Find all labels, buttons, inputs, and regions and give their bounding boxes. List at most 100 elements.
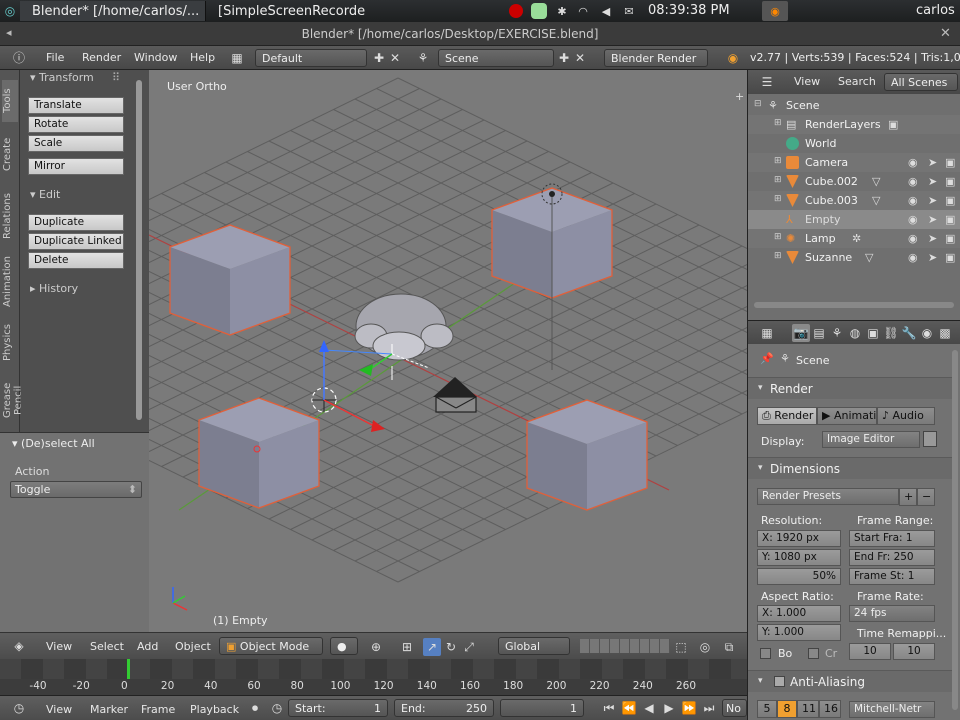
eye-icon[interactable]: ◉ <box>908 175 918 188</box>
menu-render[interactable]: Render <box>82 51 121 64</box>
render-icon[interactable]: ▣ <box>945 194 955 207</box>
outliner-row-cube-003[interactable]: ⊞ Cube.003 ▽ ◉ ➤ ▣ <box>748 191 960 210</box>
scale-button[interactable]: Scale <box>28 135 124 152</box>
orientation-select[interactable]: Global <box>498 637 570 655</box>
frame-step-field[interactable]: Frame St: 1 <box>849 568 935 585</box>
clock[interactable]: 08:39:38 PM <box>648 3 730 18</box>
aa-filter-select[interactable]: Mitchell-Netr <box>849 701 935 718</box>
mirror-button[interactable]: Mirror <box>28 158 124 175</box>
menu-select[interactable]: Select <box>90 640 124 653</box>
expand-icon[interactable]: ⊞ <box>774 118 782 128</box>
aa-samples-5[interactable]: 5 <box>757 700 777 718</box>
antialiasing-panel-header[interactable]: ▾ Anti-Aliasing <box>748 670 952 692</box>
outliner-scrollbar[interactable] <box>754 302 954 308</box>
texture-tab-icon[interactable]: ▩ <box>936 324 954 342</box>
render-icon[interactable]: ▣ <box>945 232 955 245</box>
record-icon[interactable] <box>507 2 525 20</box>
dimensions-panel-header[interactable]: ▾ Dimensions <box>748 457 952 479</box>
pivot-icon[interactable]: ⊕ <box>367 638 385 656</box>
action-select[interactable]: Toggle ⬍ <box>10 481 142 498</box>
start-frame-field[interactable]: Start: 1 <box>288 699 388 717</box>
editor-type-icon[interactable]: ◈ <box>10 637 28 655</box>
panel-history-header[interactable]: ▸ History <box>30 282 78 295</box>
remap-new-field[interactable]: 10 <box>893 643 935 660</box>
duplicate-linked-button[interactable]: Duplicate Linked <box>28 233 124 250</box>
preview-range-icon[interactable]: ◷ <box>268 699 286 717</box>
pin-icon[interactable]: 📌 <box>760 352 774 365</box>
cursor-icon[interactable]: ➤ <box>928 194 937 207</box>
outliner-row-world[interactable]: World <box>748 134 960 153</box>
record-keyframe-icon[interactable]: ⏺ <box>246 699 264 717</box>
play-reverse-icon[interactable]: ◀ <box>640 699 658 717</box>
prev-keyframe-icon[interactable]: ⏪ <box>620 699 638 717</box>
display-select[interactable]: Image Editor <box>822 431 920 448</box>
taskbar-task-recorder[interactable]: [SimpleScreenRecorder] <box>206 1 366 21</box>
drag-handle-icon[interactable]: ⠿ <box>112 71 120 84</box>
menu-window[interactable]: Window <box>134 51 177 64</box>
lock-camera-icon[interactable]: ⬚ <box>672 638 690 656</box>
menu-add[interactable]: Add <box>137 640 158 653</box>
resolution-y-field[interactable]: Y: 1080 px <box>757 549 841 566</box>
audio-button[interactable]: ♪ Audio <box>877 407 935 425</box>
render-panel-header[interactable]: ▾ Render <box>748 377 952 399</box>
render-button[interactable]: ⎙ Render <box>757 407 817 425</box>
scene-icon[interactable]: ⚘ <box>414 49 432 67</box>
collapse-icon[interactable]: ⊟ <box>754 99 762 109</box>
end-frame-field[interactable]: End Fr: 250 <box>849 549 935 566</box>
jump-start-icon[interactable]: ⏮ <box>600 699 618 717</box>
editor-type-icon[interactable]: ◷ <box>10 699 28 717</box>
menu-view[interactable]: View <box>46 703 72 716</box>
jump-end-icon[interactable]: ⏭ <box>700 699 718 717</box>
operator-title[interactable]: ▾ (De)select All <box>12 437 95 450</box>
eye-icon[interactable]: ◉ <box>908 232 918 245</box>
render-icon[interactable]: ▣ <box>945 213 955 226</box>
render-icon[interactable]: ▣ <box>945 175 955 188</box>
snap-icon[interactable]: ⧉ <box>720 638 738 656</box>
rotate-manipulator-icon[interactable]: ↻ <box>442 638 460 656</box>
tab-create[interactable]: Create <box>2 128 18 180</box>
viewport-canvas[interactable]: + <box>149 70 747 632</box>
end-frame-field[interactable]: End: 250 <box>394 699 494 717</box>
app-menu-icon[interactable]: ◎ <box>0 0 20 22</box>
layer-buttons[interactable] <box>580 639 670 653</box>
render-presets-select[interactable]: Render Presets <box>757 488 899 505</box>
screen-layout-field[interactable]: Default <box>255 49 367 67</box>
render-engine-select[interactable]: Blender Render <box>604 49 708 67</box>
material-tab-icon[interactable]: ◉ <box>918 324 936 342</box>
menu-view[interactable]: View <box>794 75 820 88</box>
eye-icon[interactable]: ◉ <box>908 194 918 207</box>
antialiasing-checkbox[interactable] <box>774 676 785 687</box>
resolution-x-field[interactable]: X: 1920 px <box>757 530 841 547</box>
aa-samples-11[interactable]: 11 <box>797 700 819 718</box>
cursor-icon[interactable]: ➤ <box>928 175 937 188</box>
eye-icon[interactable]: ◉ <box>908 251 918 264</box>
user-name[interactable]: carlos <box>916 3 955 18</box>
translate-button[interactable]: Translate <box>28 97 124 114</box>
taskbar-task-blender[interactable]: Blender* [/home/carlos/... <box>20 1 206 21</box>
render-icon[interactable]: ▣ <box>945 156 955 169</box>
crop-checkbox[interactable] <box>808 648 819 659</box>
tab-tools[interactable]: Tools <box>2 80 18 122</box>
timeline-track[interactable] <box>0 659 747 679</box>
tab-animation[interactable]: Animation <box>2 252 18 312</box>
remap-old-field[interactable]: 10 <box>849 643 891 660</box>
render-preview-icon[interactable]: ◎ <box>696 638 714 656</box>
scale-manipulator-icon[interactable]: ⤢ <box>460 638 478 656</box>
wifi-icon[interactable]: ◠ <box>574 2 592 20</box>
outliner-row-scene[interactable]: ⊟ ⚘ Scene <box>748 96 960 115</box>
menu-frame[interactable]: Frame <box>141 703 175 716</box>
current-frame-field[interactable]: 1 <box>500 699 584 717</box>
expand-icon[interactable]: ⊞ <box>774 194 782 204</box>
outliner-row-lamp[interactable]: ⊞ ✺ Lamp ✲ ◉ ➤ ▣ <box>748 229 960 248</box>
cursor-icon[interactable]: ➤ <box>928 232 937 245</box>
editor-type-icon[interactable]: ▦ <box>758 324 776 342</box>
eye-icon[interactable]: ◉ <box>908 156 918 169</box>
outliner-filter-select[interactable]: All Scenes <box>884 73 958 91</box>
manipulator-icon[interactable]: ⊞ <box>398 638 416 656</box>
menu-help[interactable]: Help <box>190 51 215 64</box>
cursor-icon[interactable]: ➤ <box>928 156 937 169</box>
cursor-icon[interactable]: ➤ <box>928 251 937 264</box>
bluetooth-icon[interactable]: ✱ <box>553 2 571 20</box>
play-icon[interactable]: ▶ <box>660 699 678 717</box>
aspect-y-field[interactable]: Y: 1.000 <box>757 624 841 641</box>
